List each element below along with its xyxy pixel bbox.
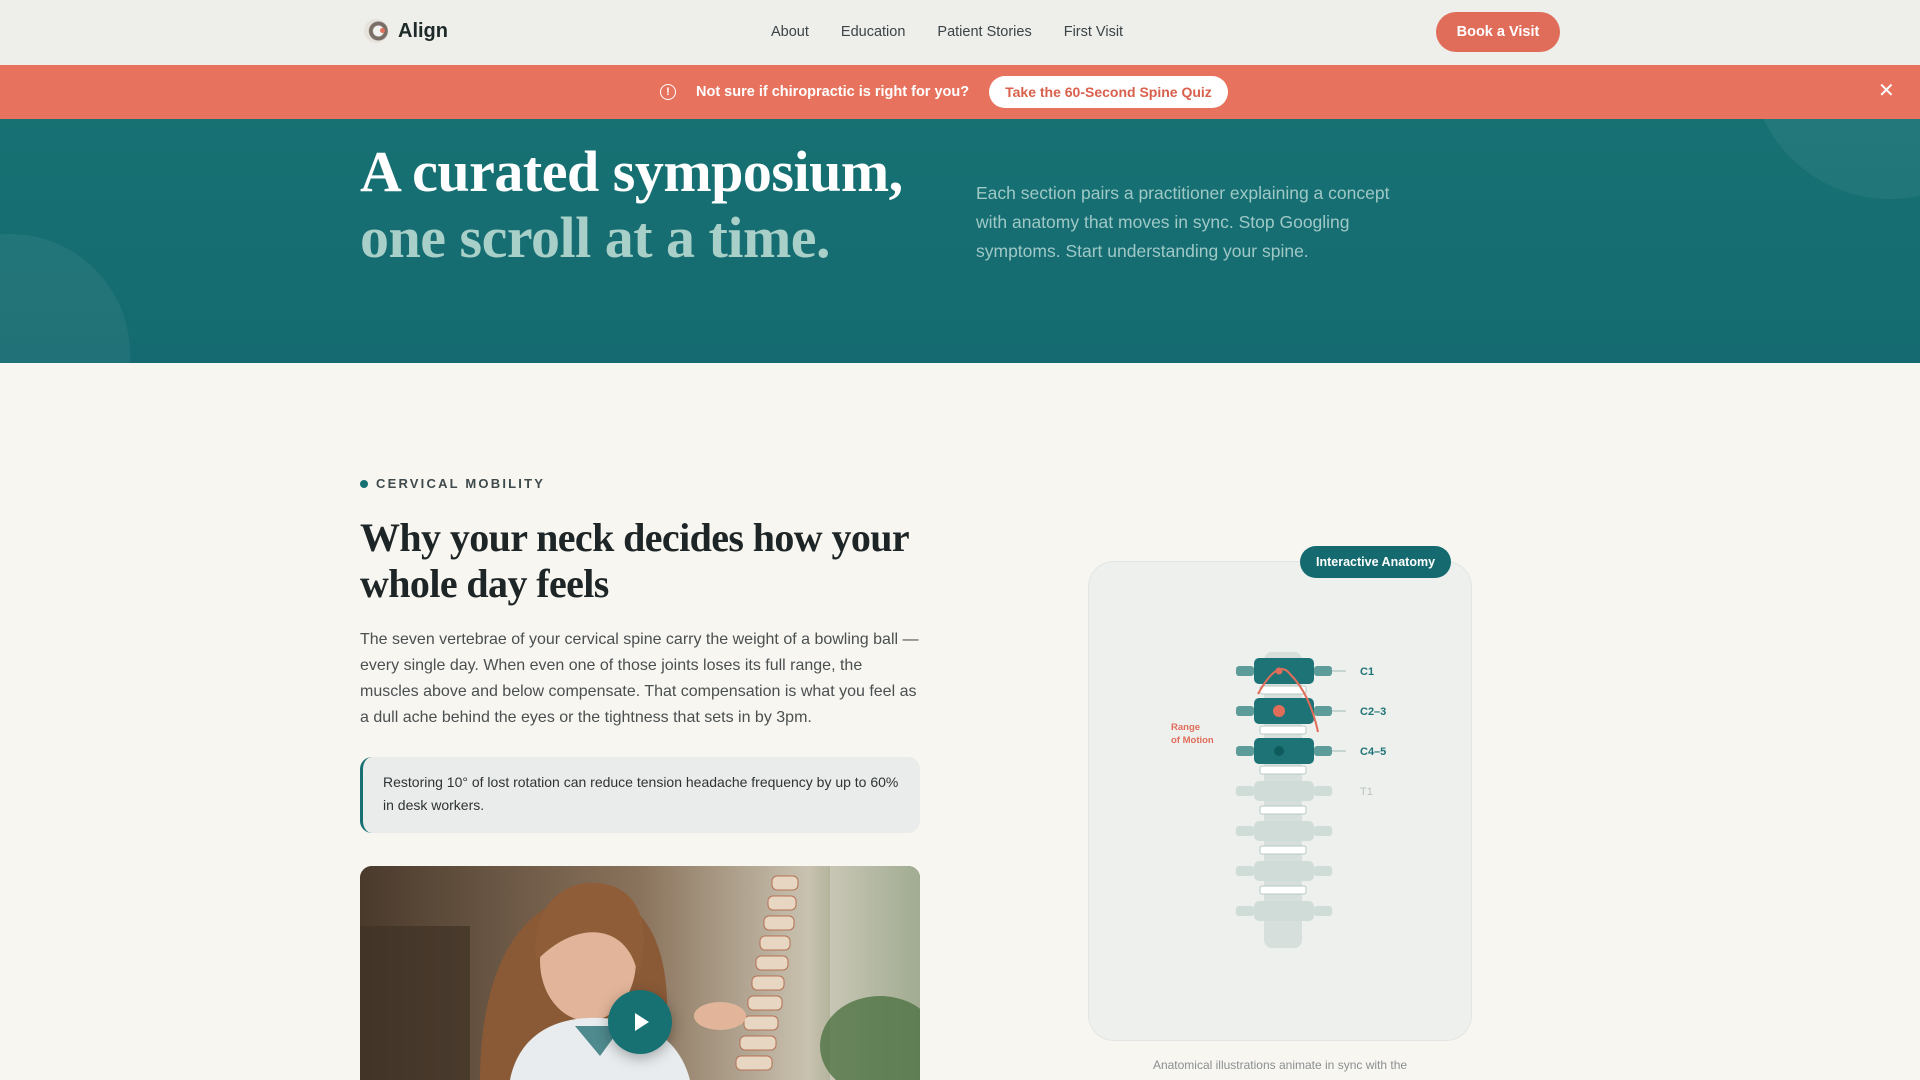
banner-text: Not sure if chiropractic is right for yo… bbox=[696, 84, 970, 100]
nav-link-patient-stories[interactable]: Patient Stories bbox=[937, 24, 1031, 40]
logo-icon bbox=[364, 19, 388, 43]
motion-point bbox=[1275, 667, 1283, 675]
brand-name: Align bbox=[398, 19, 448, 42]
motion-point bbox=[1273, 705, 1285, 717]
eyebrow-dot-icon bbox=[360, 479, 368, 488]
section-body: The seven vertebrae of your cervical spi… bbox=[360, 631, 919, 726]
top-nav: Align About Education Patient Stories Fi… bbox=[0, 0, 1920, 65]
section-title: Why your neck decides how your whole day… bbox=[360, 515, 909, 606]
spine-quiz-button[interactable]: Take the 60-Second Spine Quiz bbox=[989, 76, 1228, 108]
label-c2-3: C2–3 bbox=[1360, 706, 1386, 718]
book-visit-button[interactable]: Book a Visit bbox=[1436, 12, 1560, 52]
main-nav: About Education Patient Stories First Vi… bbox=[771, 24, 1123, 40]
hero-section: A curated symposium, one scroll at a tim… bbox=[0, 119, 1920, 363]
hero-description: Each section pairs a practitioner explai… bbox=[976, 183, 1390, 261]
eyebrow-label: CERVICAL MOBILITY bbox=[376, 476, 546, 491]
banner-content: ! Not sure if chiropractic is right for … bbox=[660, 76, 1228, 108]
brand-logo[interactable]: Align bbox=[364, 19, 448, 43]
quiz-banner: ! Not sure if chiropractic is right for … bbox=[0, 65, 1920, 119]
close-icon[interactable]: ✕ bbox=[1878, 81, 1895, 101]
nav-link-first-visit[interactable]: First Visit bbox=[1064, 24, 1123, 40]
label-c1: C1 bbox=[1360, 666, 1374, 678]
nav-link-education[interactable]: Education bbox=[841, 24, 906, 40]
vertebra-c1[interactable] bbox=[1236, 658, 1332, 684]
decorative-circle bbox=[0, 234, 130, 363]
range-label-line-1: Range bbox=[1171, 722, 1200, 733]
label-c4-5: C4–5 bbox=[1360, 746, 1386, 758]
spine-illustration[interactable]: C1 C2–3 C4–5 T1 Range of Motion bbox=[1160, 650, 1400, 950]
section-eyebrow: CERVICAL MOBILITY bbox=[360, 476, 545, 491]
hero-title-line-2: one scroll at a time. bbox=[360, 205, 831, 270]
practitioner-video[interactable] bbox=[360, 866, 920, 1080]
hero-title: A curated symposium, one scroll at a tim… bbox=[360, 139, 903, 271]
hero-title-line-1: A curated symposium, bbox=[360, 139, 903, 204]
range-label-line-2: of Motion bbox=[1171, 735, 1214, 746]
label-t1: T1 bbox=[1360, 786, 1373, 798]
play-button[interactable] bbox=[608, 990, 672, 1054]
motion-point bbox=[1274, 746, 1284, 756]
stat-callout: Restoring 10° of lost rotation can reduc… bbox=[360, 757, 920, 833]
nav-link-about[interactable]: About bbox=[771, 24, 809, 40]
label-connectors bbox=[1332, 670, 1346, 752]
decorative-circle bbox=[1750, 119, 1920, 199]
anatomy-caption: Anatomical illustrations animate in sync… bbox=[1152, 1058, 1408, 1072]
interactive-anatomy-badge: Interactive Anatomy bbox=[1300, 546, 1452, 578]
info-icon: ! bbox=[660, 84, 676, 100]
